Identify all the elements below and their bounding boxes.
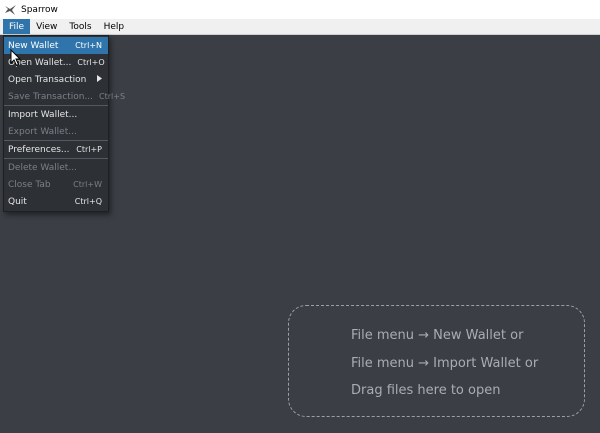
menu-item-label: Delete Wallet...: [8, 162, 77, 173]
menu-item-shortcut: Ctrl+Q: [74, 197, 102, 206]
menu-item-import-wallet[interactable]: Import Wallet...: [4, 106, 108, 123]
menu-item-label: Export Wallet...: [8, 126, 77, 137]
menu-item-label: Save Transaction...: [8, 91, 94, 102]
menu-item-shortcut: Ctrl+P: [76, 145, 102, 154]
chevron-right-icon: [97, 75, 102, 84]
menu-item-quit[interactable]: Quit Ctrl+Q: [4, 193, 108, 210]
menu-item-shortcut: Ctrl+S: [99, 92, 126, 101]
window-titlebar: Sparrow: [0, 0, 600, 19]
drop-zone[interactable]: File menu → New Wallet or File menu → Im…: [288, 305, 585, 417]
menu-item-label: Close Tab: [8, 179, 51, 190]
menu-help[interactable]: Help: [98, 19, 131, 34]
menu-item-save-transaction: Save Transaction... Ctrl+S: [4, 88, 125, 105]
mouse-cursor-icon: [10, 48, 22, 67]
menu-item-label: Import Wallet...: [8, 109, 78, 120]
drop-zone-hint-new-wallet: File menu → New Wallet or: [351, 328, 524, 343]
menu-item-shortcut: Ctrl+N: [75, 41, 102, 50]
menu-item-shortcut: Ctrl+W: [73, 180, 102, 189]
menu-tools[interactable]: Tools: [63, 19, 97, 34]
sparrow-logo-icon: [3, 3, 17, 17]
menu-item-label: Preferences...: [8, 144, 70, 155]
menu-item-preferences[interactable]: Preferences... Ctrl+P: [4, 141, 108, 158]
menu-item-export-wallet: Export Wallet...: [4, 123, 108, 140]
menu-item-shortcut: Ctrl+O: [77, 58, 105, 67]
menu-item-open-transaction[interactable]: Open Transaction: [4, 71, 108, 88]
menu-item-close-tab: Close Tab Ctrl+W: [4, 176, 108, 193]
menu-bar: File View Tools Help: [0, 19, 600, 35]
drop-zone-hint-drag-files: Drag files here to open: [351, 383, 501, 398]
menu-item-delete-wallet: Delete Wallet...: [4, 159, 108, 176]
menu-item-label: Open Transaction: [8, 74, 87, 85]
drop-zone-hint-import-wallet: File menu → Import Wallet or: [351, 355, 539, 371]
menu-item-label: Quit: [8, 196, 27, 207]
menu-view[interactable]: View: [30, 19, 63, 34]
window-title: Sparrow: [21, 4, 58, 15]
menu-file[interactable]: File: [3, 19, 31, 34]
